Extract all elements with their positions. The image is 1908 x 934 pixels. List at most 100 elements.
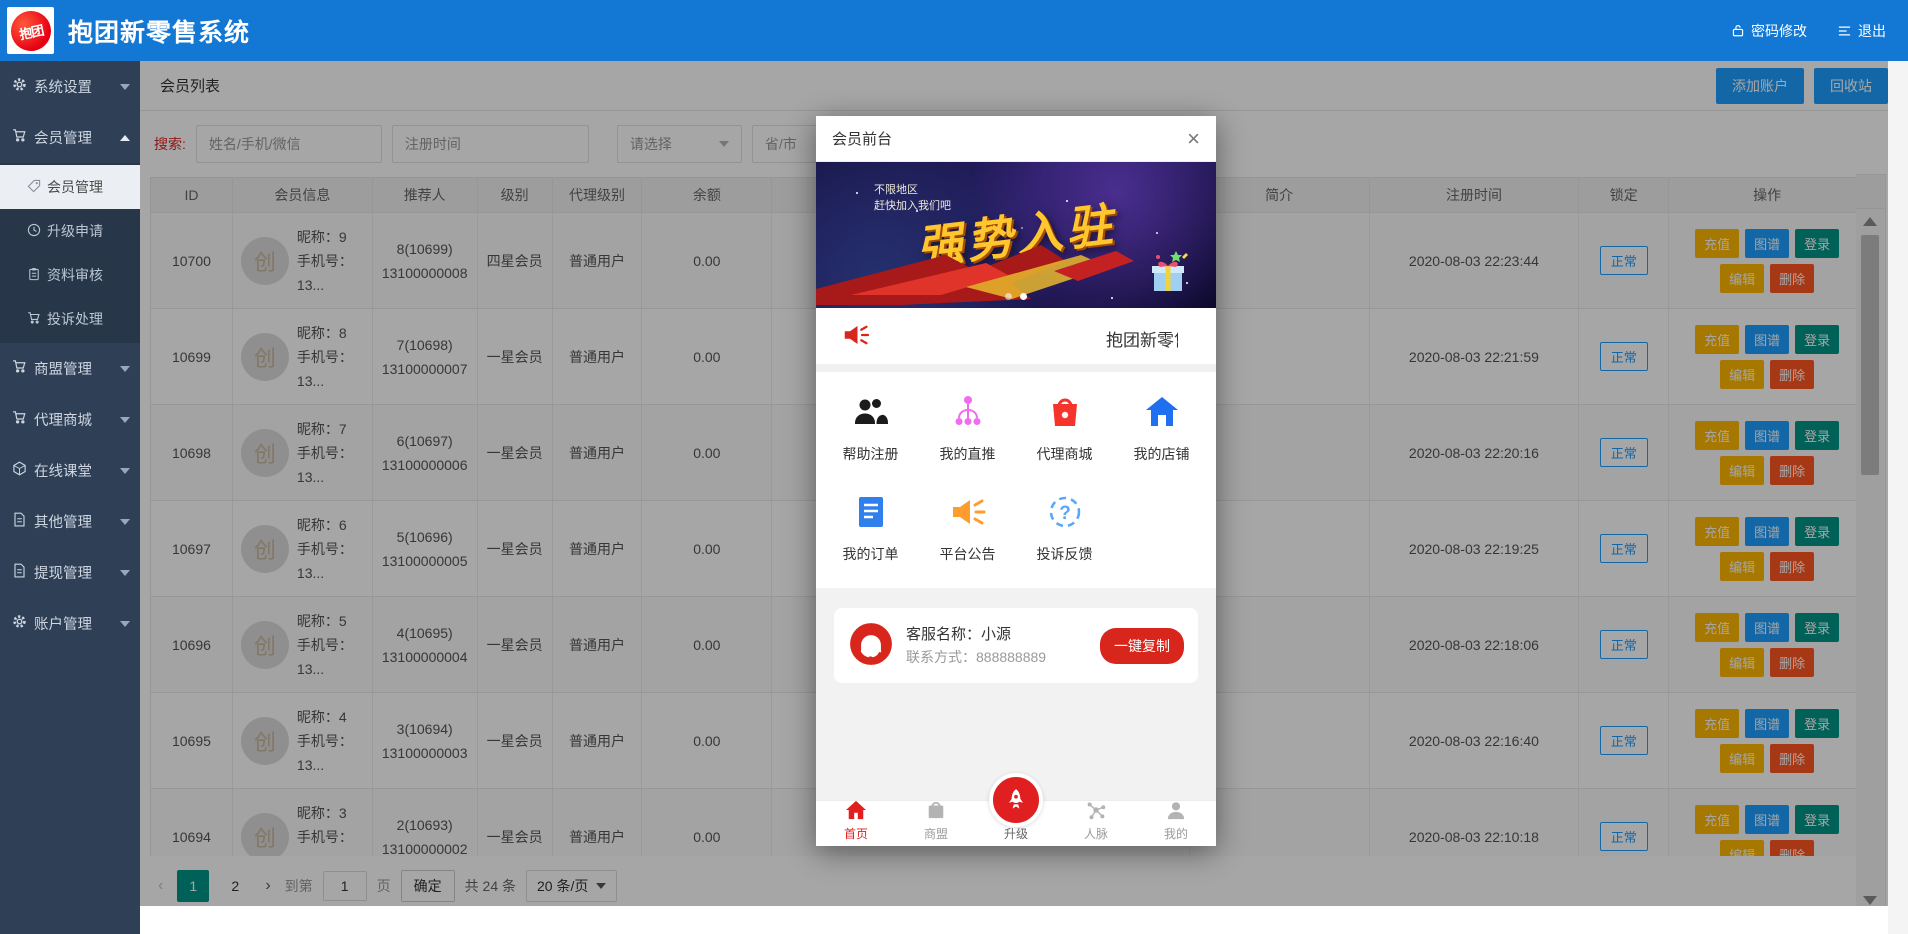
clock-icon — [27, 223, 41, 240]
logo-text: 抱团 — [7, 7, 54, 54]
chevron-down-icon — [120, 570, 130, 576]
menu-item-my-direct-push[interactable]: 我的直推 — [919, 392, 1016, 464]
bottom-band — [140, 906, 1908, 934]
modal-bottom-nav: 首页 商盟 升级 人脉 我的 — [816, 800, 1216, 846]
nav-label: 首页 — [844, 825, 868, 842]
nav-label: 人脉 — [1084, 825, 1108, 842]
sidebar-subitem-upgrade-request[interactable]: 升级申请 — [0, 209, 140, 253]
nav-item-alliance[interactable]: 商盟 — [896, 801, 976, 846]
home-icon — [1142, 392, 1182, 435]
clipboard-icon — [27, 267, 41, 284]
gift-box-decoration — [1146, 249, 1190, 298]
megaphone-icon — [948, 492, 988, 535]
logout-icon — [1837, 24, 1852, 38]
chevron-down-icon — [120, 468, 130, 474]
home-icon — [845, 800, 867, 823]
nav-label: 升级 — [1004, 825, 1028, 842]
file-icon — [12, 563, 27, 582]
chevron-down-icon — [120, 366, 130, 372]
sidebar-item-account-management[interactable]: 账户管理 — [0, 598, 140, 649]
speaker-icon — [840, 320, 872, 353]
app-header: 抱团 抱团新零售系统 密码修改 退出 — [0, 0, 1908, 61]
cart-icon — [27, 311, 41, 328]
sidebar: 系统设置 会员管理 会员管理 升级申请 资料审核 投诉处理 商盟管理 代理商城 — [0, 61, 140, 934]
people-group-icon — [851, 392, 891, 435]
upgrade-rocket-icon[interactable] — [989, 773, 1043, 827]
nav-label: 商盟 — [924, 825, 948, 842]
order-document-icon — [851, 492, 891, 535]
file-icon — [12, 512, 27, 531]
one-click-copy-button[interactable]: 一键复制 — [1100, 628, 1184, 664]
sidebar-item-other-management[interactable]: 其他管理 — [0, 496, 140, 547]
service-name-label: 客服名称： — [906, 626, 981, 643]
sidebar-item-withdrawal-management[interactable]: 提现管理 — [0, 547, 140, 598]
logout-button[interactable]: 退出 — [1837, 21, 1886, 41]
notice-text: 抱团新零售系统 — [1106, 326, 1178, 348]
stars-decoration — [856, 192, 858, 194]
person-icon — [1165, 800, 1187, 823]
carousel-dot[interactable] — [1005, 293, 1012, 300]
question-mark-icon: ? — [1045, 492, 1085, 535]
menu-item-agent-mall[interactable]: 代理商城 — [1016, 392, 1113, 464]
sidebar-item-alliance-management[interactable]: 商盟管理 — [0, 343, 140, 394]
sidebar-sublabel: 会员管理 — [47, 177, 103, 197]
close-icon[interactable]: × — [1187, 128, 1200, 150]
menu-item-complaint-feedback[interactable]: ? 投诉反馈 — [1016, 492, 1113, 564]
change-password-button[interactable]: 密码修改 — [1731, 21, 1807, 41]
sidebar-label: 账户管理 — [34, 613, 92, 634]
sidebar-subitem-data-review[interactable]: 资料审核 — [0, 253, 140, 297]
sidebar-label: 系统设置 — [34, 76, 92, 97]
menu-label: 投诉反馈 — [1037, 544, 1093, 564]
quick-menu: 帮助注册 我的直推 代理商城 我的店铺 我的订单 平台公告 ? 投诉反馈 — [816, 372, 1216, 588]
member-frontend-modal: 会员前台 × 不限地区 赶快加入我们吧 强势入驻 抱团新零售系统 — [816, 116, 1216, 846]
notice-marquee: 抱团新零售系统 — [888, 324, 1178, 348]
sidebar-subitem-member-management[interactable]: 会员管理 — [0, 165, 140, 209]
sidebar-submenu: 会员管理 升级申请 资料审核 投诉处理 — [0, 163, 140, 343]
tag-icon — [27, 179, 41, 196]
carousel-dot-active[interactable] — [1020, 293, 1027, 300]
sidebar-item-system-settings[interactable]: 系统设置 — [0, 61, 140, 112]
nav-item-upgrade[interactable]: 升级 — [976, 801, 1056, 846]
modal-body: 客服名称：小源 联系方式：888888889 一键复制 — [816, 588, 1216, 800]
service-name: 小源 — [981, 626, 1011, 643]
chevron-down-icon — [120, 621, 130, 627]
sidebar-label: 代理商城 — [34, 409, 92, 430]
sidebar-item-member-management[interactable]: 会员管理 — [0, 112, 140, 163]
menu-item-help-register[interactable]: 帮助注册 — [822, 392, 919, 464]
chevron-down-icon — [120, 84, 130, 90]
sidebar-label: 会员管理 — [34, 127, 92, 148]
page-scrollbar-track[interactable] — [1888, 61, 1908, 934]
chevron-up-icon — [120, 135, 130, 141]
sidebar-subitem-complaint-handling[interactable]: 投诉处理 — [0, 297, 140, 341]
sidebar-sublabel: 升级申请 — [47, 221, 103, 241]
sidebar-label: 其他管理 — [34, 511, 92, 532]
cart-icon — [12, 128, 27, 147]
nav-label: 我的 — [1164, 825, 1188, 842]
chevron-down-icon — [120, 417, 130, 423]
app-title: 抱团新零售系统 — [68, 13, 250, 49]
menu-label: 我的订单 — [843, 544, 899, 564]
chevron-down-icon — [120, 519, 130, 525]
app-logo: 抱团 — [7, 7, 54, 54]
sidebar-sublabel: 资料审核 — [47, 265, 103, 285]
shopping-bag-icon — [1045, 392, 1085, 435]
nav-item-profile[interactable]: 我的 — [1136, 801, 1216, 846]
gear-icon — [12, 614, 27, 633]
network-icon — [948, 392, 988, 435]
nav-item-network[interactable]: 人脉 — [1056, 801, 1136, 846]
menu-item-platform-announcement[interactable]: 平台公告 — [919, 492, 1016, 564]
menu-item-my-orders[interactable]: 我的订单 — [822, 492, 919, 564]
promo-banner[interactable]: 不限地区 赶快加入我们吧 强势入驻 — [816, 162, 1216, 308]
sidebar-item-agent-mall[interactable]: 代理商城 — [0, 394, 140, 445]
notice-bar: 抱团新零售系统 — [816, 308, 1216, 364]
sidebar-label: 提现管理 — [34, 562, 92, 583]
menu-item-my-shop[interactable]: 我的店铺 — [1113, 392, 1210, 464]
nav-item-home[interactable]: 首页 — [816, 801, 896, 846]
logout-label: 退出 — [1858, 21, 1886, 41]
headset-icon — [848, 621, 894, 670]
menu-label: 代理商城 — [1037, 444, 1093, 464]
cube-icon — [12, 461, 27, 480]
menu-label: 帮助注册 — [843, 444, 899, 464]
sidebar-item-online-classroom[interactable]: 在线课堂 — [0, 445, 140, 496]
menu-label: 平台公告 — [940, 544, 996, 564]
